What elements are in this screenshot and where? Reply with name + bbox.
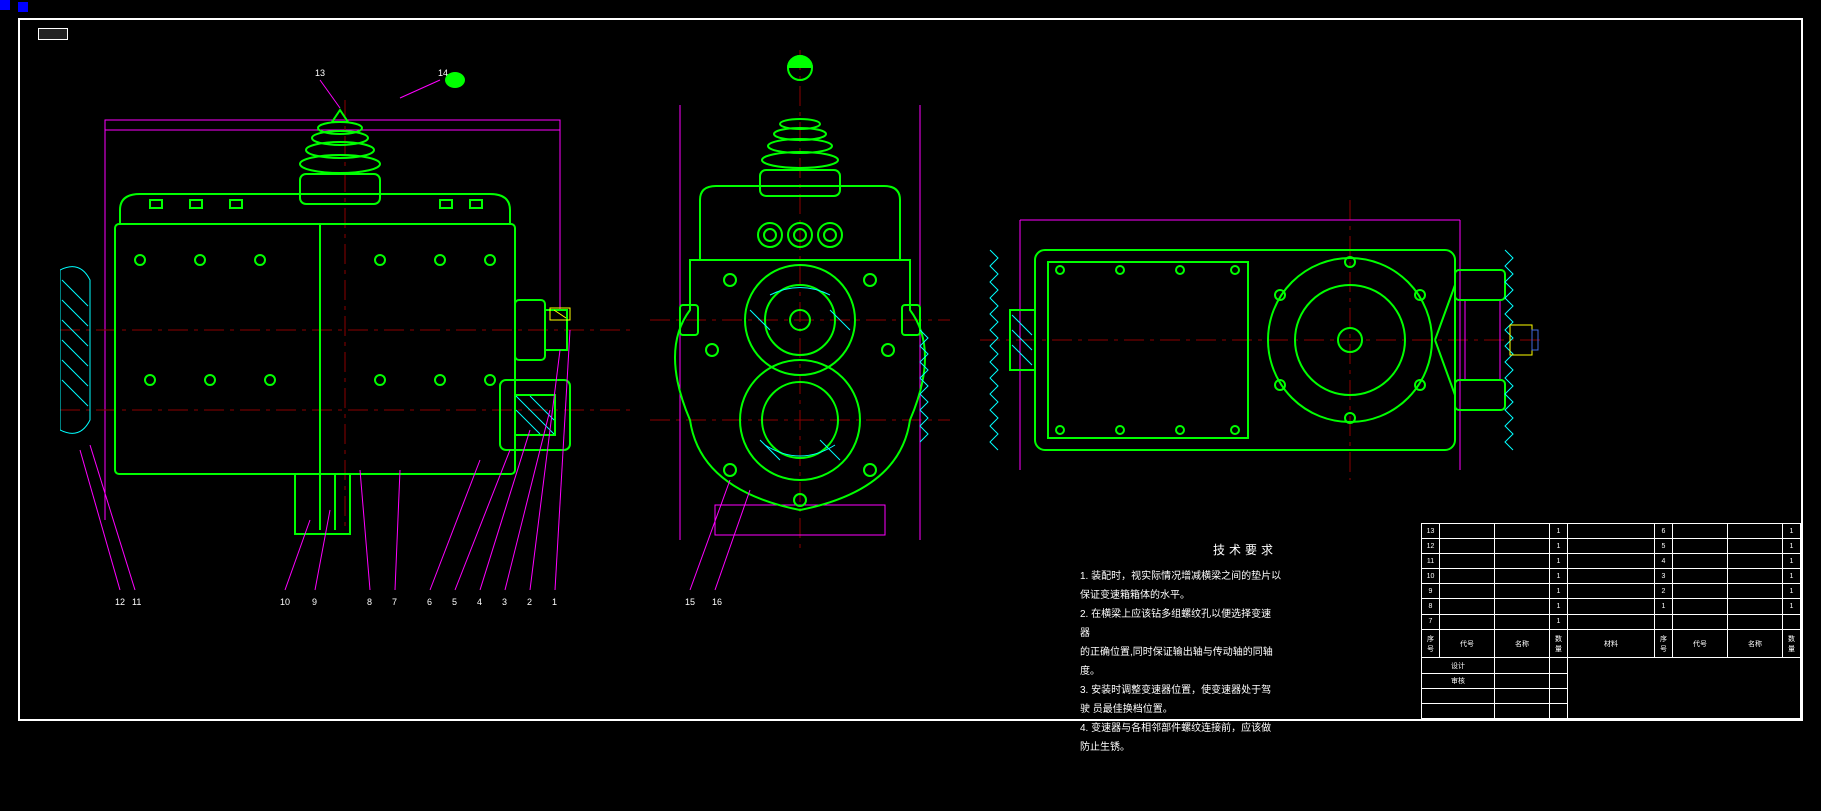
svg-text:8: 8 — [367, 597, 372, 607]
note-line: 保证变速箱箱体的水平。 — [1080, 587, 1410, 604]
note-line: 3. 安装时调整变速器位置，使变速器处于驾 — [1080, 682, 1410, 699]
svg-text:5: 5 — [452, 597, 457, 607]
view-front: 15 16 — [620, 50, 980, 610]
note-line: 器 — [1080, 625, 1410, 642]
svg-text:3: 3 — [502, 597, 507, 607]
drawing-canvas: 13 14 12 11 10 9 8 7 6 5 4 3 2 1 — [0, 0, 1821, 811]
svg-text:15: 15 — [685, 597, 695, 607]
svg-text:2: 2 — [527, 597, 532, 607]
svg-text:16: 16 — [712, 597, 722, 607]
view-side: 13 14 12 11 10 9 8 7 6 5 4 3 2 1 — [60, 50, 630, 610]
svg-text:6: 6 — [427, 597, 432, 607]
title-block: 13161 12151 11141 10131 9121 8111 71 序号代… — [1421, 523, 1801, 719]
note-line: 的正确位置,同时保证输出轴与传动轴的同轴 — [1080, 644, 1410, 661]
svg-text:12: 12 — [115, 597, 125, 607]
svg-text:11: 11 — [132, 597, 141, 607]
note-line: 防止生锈。 — [1080, 739, 1410, 756]
svg-text:10: 10 — [280, 597, 290, 607]
svg-text:13: 13 — [315, 68, 325, 78]
note-line: 4. 变速器与各相邻部件螺纹连接前，应该做 — [1080, 720, 1410, 737]
view-top — [980, 180, 1540, 500]
svg-text:7: 7 — [392, 597, 397, 607]
svg-text:1: 1 — [552, 597, 557, 607]
note-line: 1. 装配时，视实际情况增减横梁之间的垫片以 — [1080, 568, 1410, 585]
svg-text:4: 4 — [477, 597, 482, 607]
technical-notes: 技术要求 1. 装配时，视实际情况增减横梁之间的垫片以 保证变速箱箱体的水平。 … — [1080, 540, 1410, 758]
note-line: 度。 — [1080, 663, 1410, 680]
handle-mark[interactable] — [18, 2, 28, 12]
svg-text:9: 9 — [312, 597, 317, 607]
handle-top-left[interactable] — [0, 0, 10, 10]
note-line: 2. 在横梁上应该钻多组螺纹孔以便选择变速 — [1080, 606, 1410, 623]
note-line: 驶 员最佳换档位置。 — [1080, 701, 1410, 718]
notes-title: 技术要求 — [1080, 540, 1410, 560]
